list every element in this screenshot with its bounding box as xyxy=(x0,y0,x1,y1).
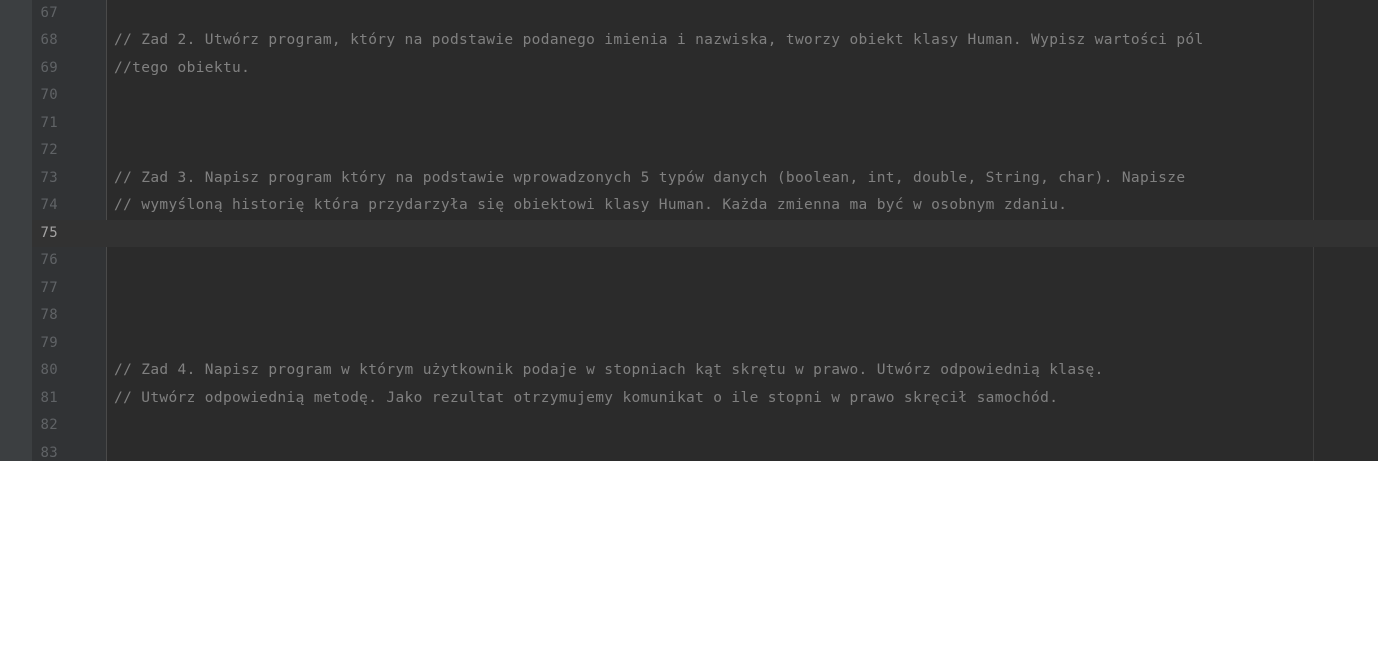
code-line[interactable]: 80 // Zad 4. Napisz program w którym użyt… xyxy=(32,357,1378,385)
line-number: 80 xyxy=(40,362,58,378)
line-number: 76 xyxy=(40,252,58,268)
comment-text: // Zad 3. Napisz program który na podsta… xyxy=(114,169,1186,186)
code-line[interactable]: 76 xyxy=(32,247,1378,275)
line-number: 79 xyxy=(40,334,58,351)
comment-text: //tego obiektu. xyxy=(114,59,251,76)
code-line[interactable]: 67 xyxy=(32,0,1378,27)
code-line[interactable]: 74 // wymyśloną historię która przydarzył… xyxy=(32,192,1378,220)
comment-text: // Zad 2. Utwórz program, który na podst… xyxy=(114,32,1204,48)
line-number: 83 xyxy=(40,444,58,461)
code-line[interactable]: 79 xyxy=(32,330,1378,358)
comment-text: // wymyśloną historię która przydarzyła … xyxy=(114,197,1068,213)
code-line[interactable]: 81 // Utwórz odpowiednią metodę. Jako rez… xyxy=(32,385,1378,413)
code-line[interactable]: 78 xyxy=(32,302,1378,330)
line-number: 77 xyxy=(40,279,58,296)
code-line[interactable]: 83 xyxy=(32,440,1378,462)
code-lines[interactable]: 67 68 // Zad 2. Utwórz program, który na … xyxy=(32,0,1378,461)
line-number: 69 xyxy=(40,59,58,76)
code-line[interactable]: 70 xyxy=(32,82,1378,110)
line-number: 67 xyxy=(40,4,58,21)
code-line[interactable]: 71 xyxy=(32,110,1378,138)
line-number: 73 xyxy=(40,169,58,186)
line-number: 68 xyxy=(40,32,58,48)
line-number: 81 xyxy=(40,389,58,406)
line-number: 82 xyxy=(40,417,58,433)
code-line[interactable]: 69 //tego obiektu. xyxy=(32,55,1378,83)
line-number: 74 xyxy=(40,197,58,213)
line-number: 72 xyxy=(40,142,58,158)
code-editor[interactable]: 67 68 // Zad 2. Utwórz program, który na … xyxy=(0,0,1378,461)
code-line[interactable]: 73 // Zad 3. Napisz program który na pods… xyxy=(32,165,1378,193)
comment-text: // Zad 4. Napisz program w którym użytko… xyxy=(114,362,1104,378)
comment-text: // Utwórz odpowiednią metodę. Jako rezul… xyxy=(114,389,1059,406)
current-code-line[interactable]: 75 xyxy=(32,219,1378,247)
tool-window-strip xyxy=(0,0,32,461)
line-number: 75 xyxy=(40,224,58,241)
code-line[interactable]: 72 xyxy=(32,137,1378,165)
line-number: 70 xyxy=(40,87,58,103)
code-line[interactable]: 77 xyxy=(32,275,1378,303)
line-number: 71 xyxy=(40,114,58,131)
code-line[interactable]: 82 xyxy=(32,412,1378,440)
line-number: 78 xyxy=(40,307,58,323)
code-line[interactable]: 68 // Zad 2. Utwórz program, który na pod… xyxy=(32,27,1378,55)
